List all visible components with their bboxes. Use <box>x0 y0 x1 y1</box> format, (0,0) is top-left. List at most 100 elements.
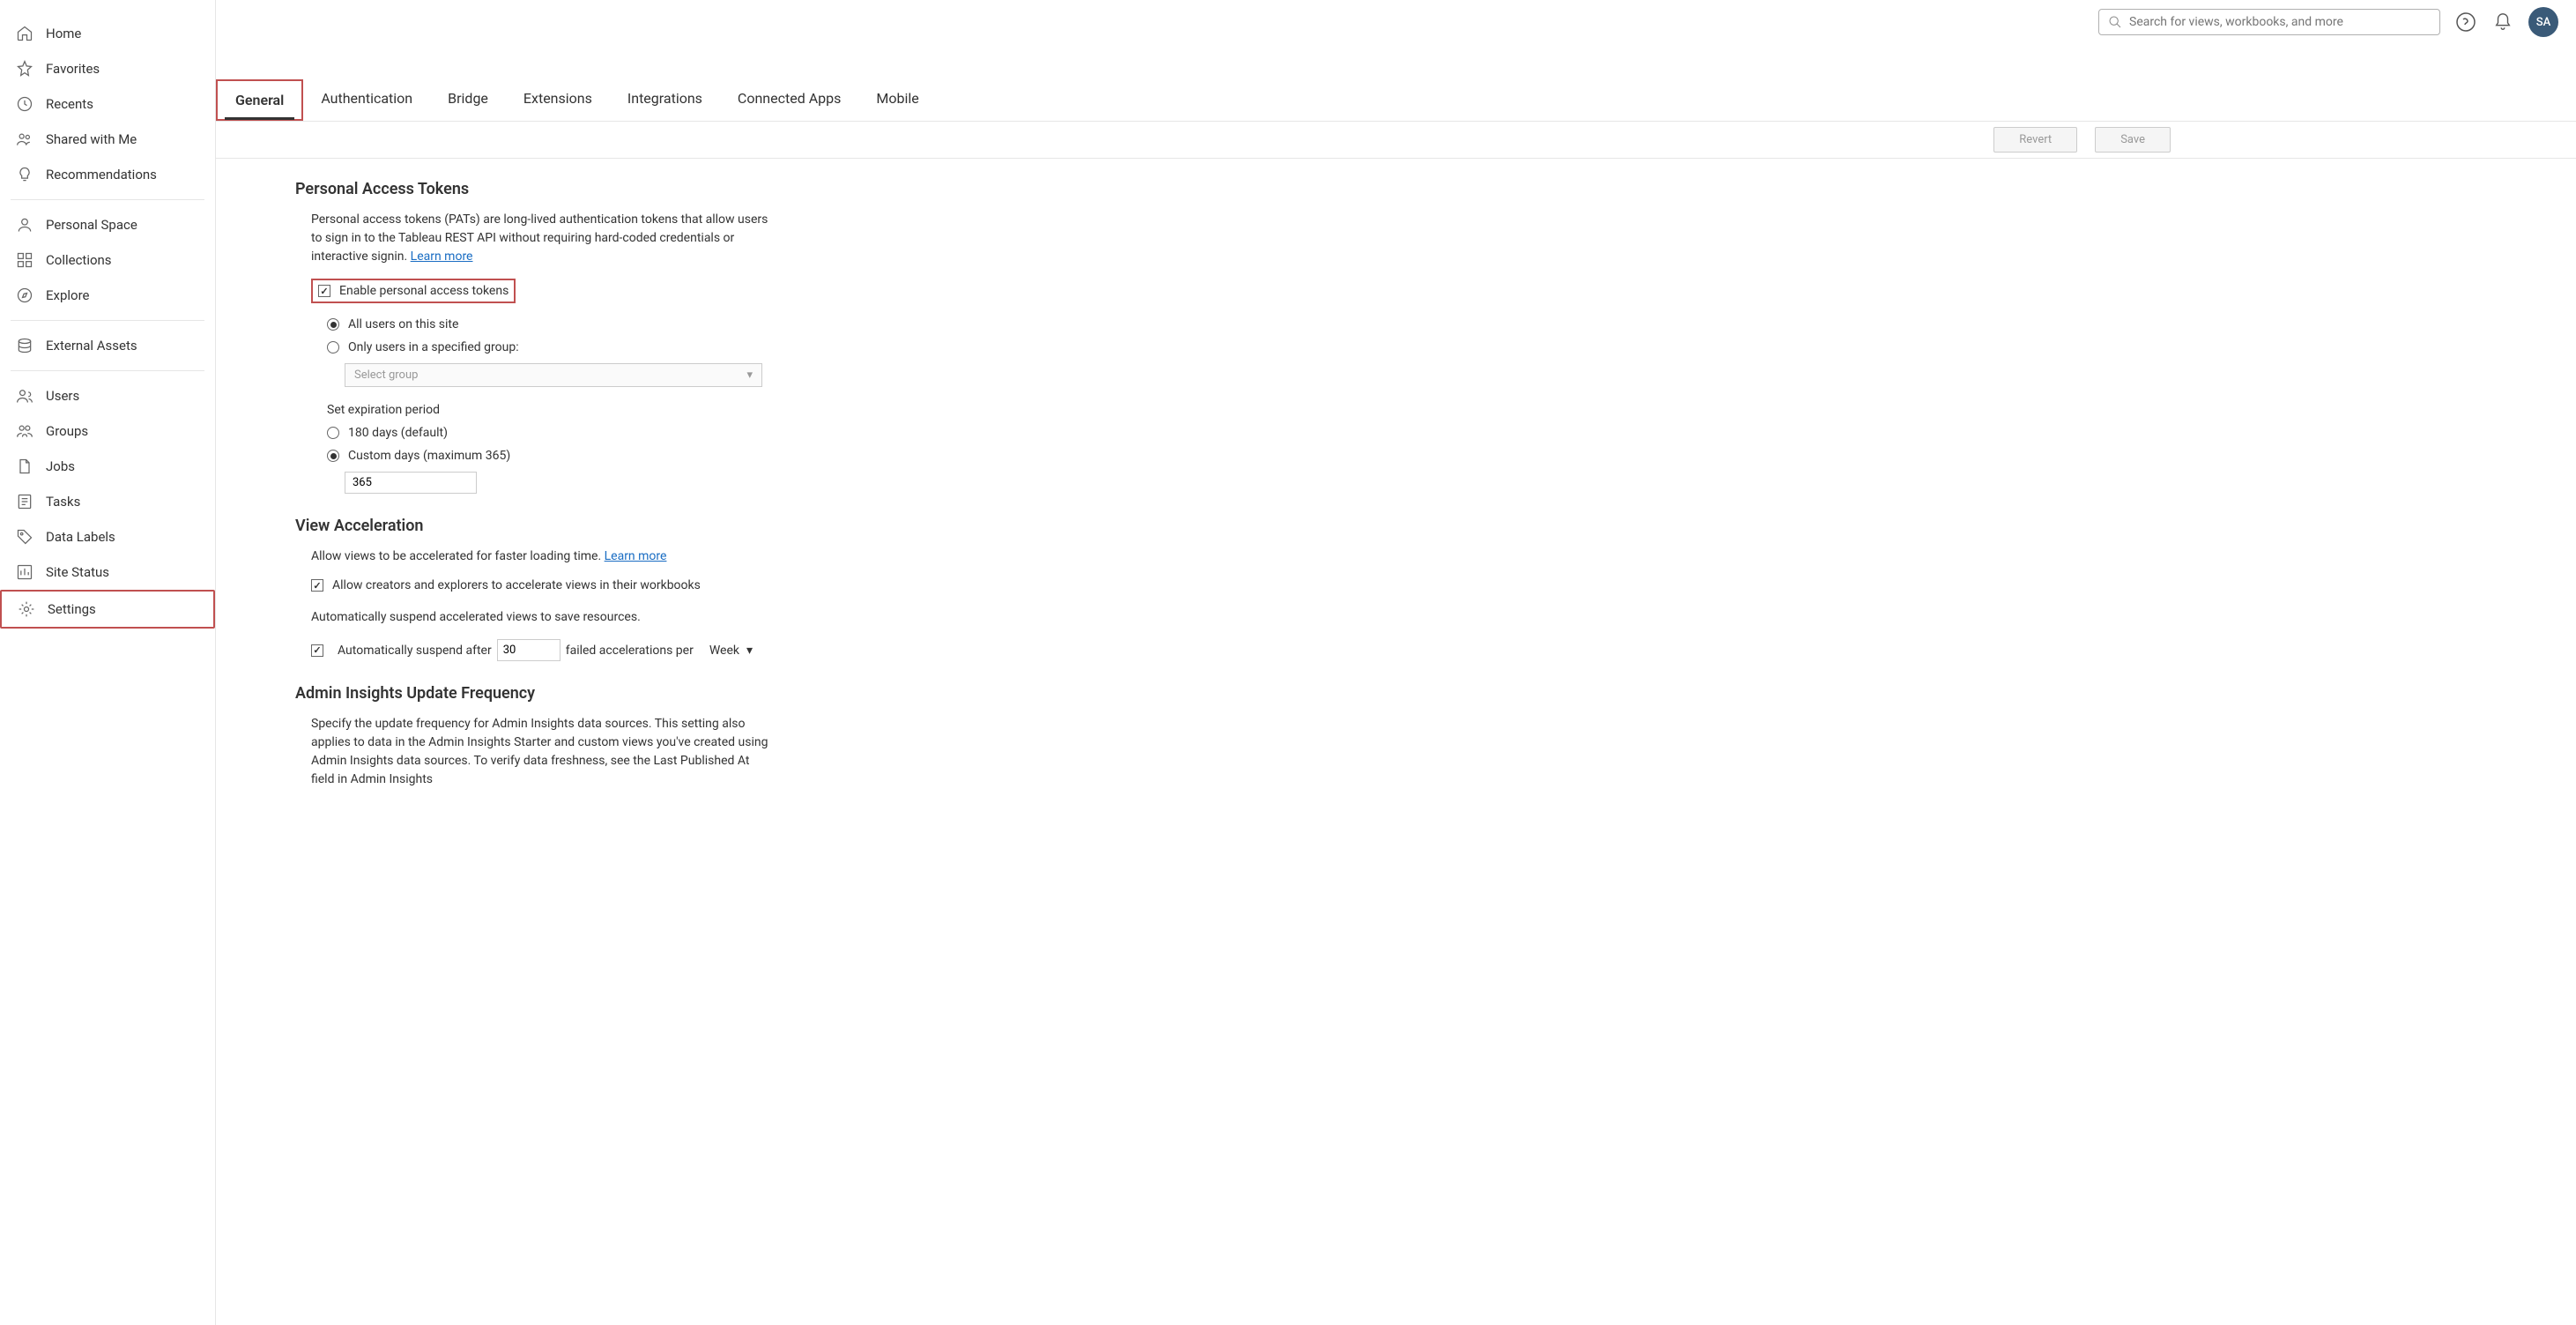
divider <box>11 370 204 371</box>
sidebar-item-data-labels[interactable]: Data Labels <box>0 519 215 555</box>
help-button[interactable] <box>2454 11 2477 33</box>
sidebar-item-explore[interactable]: Explore <box>0 278 215 313</box>
groups-icon <box>16 422 33 440</box>
sidebar-item-home[interactable]: Home <box>0 16 215 51</box>
search-input[interactable] <box>2129 15 2431 29</box>
sidebar-item-label: Site Status <box>46 564 109 580</box>
sidebar-item-recommendations[interactable]: Recommendations <box>0 157 215 192</box>
va-period-select[interactable]: Week ▾ <box>704 641 758 660</box>
sidebar-item-recents[interactable]: Recents <box>0 86 215 122</box>
sidebar-item-label: Settings <box>48 601 96 617</box>
pat-custom-radio[interactable] <box>327 450 339 462</box>
star-icon <box>16 60 33 78</box>
search-icon <box>2108 15 2122 29</box>
save-button[interactable]: Save <box>2095 127 2171 153</box>
sidebar-item-label: Favorites <box>46 61 100 77</box>
chevron-down-icon: ▾ <box>746 368 753 382</box>
pat-all-users-radio[interactable] <box>327 318 339 331</box>
sidebar-item-tasks[interactable]: Tasks <box>0 484 215 519</box>
sidebar-item-site-status[interactable]: Site Status <box>0 555 215 590</box>
jobs-icon <box>16 458 33 475</box>
enable-pat-checkbox[interactable] <box>318 285 330 297</box>
database-icon <box>16 337 33 354</box>
enable-pat-row[interactable]: Enable personal access tokens <box>311 279 516 303</box>
pat-custom-input[interactable] <box>345 472 477 494</box>
search-box[interactable] <box>2098 9 2440 35</box>
avatar[interactable]: SA <box>2528 7 2558 37</box>
pat-description: Personal access tokens (PATs) are long-l… <box>311 211 771 266</box>
sidebar-item-label: Jobs <box>46 458 75 474</box>
people-icon <box>16 130 33 148</box>
main-content: SA General Authentication Bridge Extensi… <box>216 0 2576 1325</box>
sidebar-item-label: Groups <box>46 423 88 439</box>
pat-group-select-placeholder: Select group <box>354 368 418 382</box>
va-heading: View Acceleration <box>295 517 771 535</box>
section-view-acceleration: View Acceleration Allow views to be acce… <box>295 517 771 661</box>
person-icon <box>16 216 33 234</box>
sidebar: Home Favorites Recents Shared with Me Re… <box>0 0 216 1325</box>
va-learn-more-link[interactable]: Learn more <box>605 549 667 563</box>
va-allow-label: Allow creators and explorers to accelera… <box>332 578 701 592</box>
sidebar-item-shared[interactable]: Shared with Me <box>0 122 215 157</box>
tag-icon <box>16 528 33 546</box>
va-allow-checkbox[interactable] <box>311 579 323 592</box>
sidebar-item-jobs[interactable]: Jobs <box>0 449 215 484</box>
sidebar-item-label: Explore <box>46 287 90 303</box>
sidebar-item-users[interactable]: Users <box>0 378 215 413</box>
va-allow-row[interactable]: Allow creators and explorers to accelera… <box>311 578 771 592</box>
content-area: Personal Access Tokens Personal access t… <box>216 159 2576 1325</box>
va-suspend-post: failed accelerations per <box>566 644 694 658</box>
va-suspend-pre: Automatically suspend after <box>338 644 492 658</box>
sidebar-item-groups[interactable]: Groups <box>0 413 215 449</box>
sidebar-item-label: Users <box>46 388 79 404</box>
grid-icon <box>16 251 33 269</box>
pat-custom-label: Custom days (maximum 365) <box>348 449 510 463</box>
va-suspend-row: Automatically suspend after failed accel… <box>311 639 771 661</box>
pat-group-radio[interactable] <box>327 341 339 354</box>
sidebar-item-collections[interactable]: Collections <box>0 242 215 278</box>
sidebar-item-label: Shared with Me <box>46 131 137 147</box>
tab-general[interactable]: General <box>216 79 303 121</box>
sidebar-item-favorites[interactable]: Favorites <box>0 51 215 86</box>
revert-button[interactable]: Revert <box>1993 127 2077 153</box>
sidebar-item-label: Data Labels <box>46 529 115 545</box>
pat-all-users-label: All users on this site <box>348 317 458 331</box>
sidebar-item-settings[interactable]: Settings <box>0 590 215 629</box>
pat-180-row[interactable]: 180 days (default) <box>327 426 771 440</box>
pat-all-users-row[interactable]: All users on this site <box>327 317 771 331</box>
va-suspend-checkbox[interactable] <box>311 644 323 657</box>
users-icon <box>16 387 33 405</box>
clock-icon <box>16 95 33 113</box>
help-icon <box>2455 11 2476 33</box>
pat-learn-more-link[interactable]: Learn more <box>411 249 473 264</box>
tab-bridge[interactable]: Bridge <box>430 79 506 121</box>
admin-description: Specify the update frequency for Admin I… <box>311 715 771 789</box>
tab-connected-apps[interactable]: Connected Apps <box>720 79 858 121</box>
divider <box>11 199 204 200</box>
divider <box>11 320 204 321</box>
chevron-down-icon: ▾ <box>746 644 753 658</box>
tabs: General Authentication Bridge Extensions… <box>216 79 2576 122</box>
sidebar-item-external-assets[interactable]: External Assets <box>0 328 215 363</box>
va-description: Allow views to be accelerated for faster… <box>311 547 771 566</box>
sidebar-item-label: Recommendations <box>46 167 157 182</box>
tab-mobile[interactable]: Mobile <box>858 79 936 121</box>
va-suspend-count-input[interactable] <box>497 639 560 661</box>
bell-icon <box>2493 12 2513 32</box>
enable-pat-label: Enable personal access tokens <box>339 284 509 298</box>
tab-extensions[interactable]: Extensions <box>506 79 610 121</box>
sidebar-item-personal-space[interactable]: Personal Space <box>0 207 215 242</box>
pat-group-row[interactable]: Only users in a specified group: <box>327 340 771 354</box>
admin-heading: Admin Insights Update Frequency <box>295 684 771 703</box>
tab-authentication[interactable]: Authentication <box>303 79 430 121</box>
topbar: SA <box>216 0 2576 44</box>
sidebar-item-label: Home <box>46 26 81 41</box>
pat-heading: Personal Access Tokens <box>295 180 771 198</box>
pat-custom-row[interactable]: Custom days (maximum 365) <box>327 449 771 463</box>
chart-icon <box>16 563 33 581</box>
pat-180-radio[interactable] <box>327 427 339 439</box>
notifications-button[interactable] <box>2491 11 2514 33</box>
pat-group-select[interactable]: Select group ▾ <box>345 363 762 387</box>
sidebar-item-label: Collections <box>46 252 112 268</box>
tab-integrations[interactable]: Integrations <box>610 79 720 121</box>
